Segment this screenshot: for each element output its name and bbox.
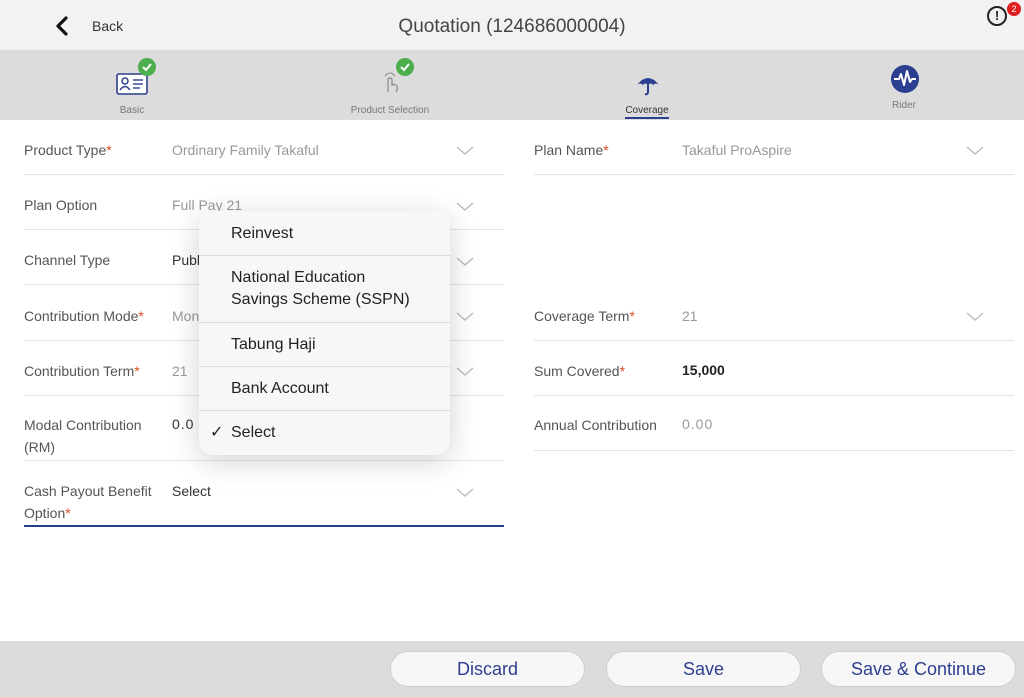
field-coverage-term[interactable]: Coverage Term* 21 [534, 285, 1014, 341]
action-bar: Discard Save Save & Continue [0, 641, 1024, 697]
option-bank-account[interactable]: Bank Account [199, 367, 450, 411]
chevron-down-icon [966, 146, 984, 155]
field-value: 21 [682, 308, 698, 324]
cash-payout-options-popover: Reinvest National Education Savings Sche… [199, 211, 450, 455]
field-sum-covered[interactable]: Sum Covered* 15,000 [534, 341, 1014, 396]
field-value: Ordinary Family Takaful [172, 142, 319, 158]
field-label: Plan Name [534, 142, 604, 158]
alert-button[interactable]: ! 2 [987, 2, 1021, 26]
field-label: Coverage Term [534, 308, 630, 324]
required-marker: * [106, 142, 112, 158]
option-label: National Education [231, 269, 366, 286]
required-marker: * [603, 142, 609, 158]
save-continue-button[interactable]: Save & Continue [821, 651, 1016, 687]
field-value: 0.0 [172, 416, 195, 432]
tap-hand-icon [374, 58, 414, 96]
step-rider[interactable]: Rider [804, 50, 1004, 120]
chevron-down-icon [456, 367, 474, 376]
save-button[interactable]: Save [606, 651, 801, 687]
field-value: Takaful ProAspire [682, 142, 792, 158]
field-value: Mon [172, 308, 200, 324]
option-label: Select [231, 424, 276, 441]
required-marker: * [65, 505, 71, 521]
field-value: Publ [172, 252, 201, 268]
required-marker: * [134, 363, 140, 379]
step-label: Basic [119, 105, 145, 116]
chevron-down-icon [456, 488, 474, 497]
step-label: Rider [892, 100, 916, 111]
option-tabung-haji[interactable]: Tabung Haji [199, 323, 450, 367]
field-label: Cash Payout Benefit [24, 483, 152, 499]
field-plan-name[interactable]: Plan Name* Takaful ProAspire [534, 122, 1014, 175]
field-label: Plan Option [24, 197, 98, 213]
field-label: (RM) [24, 439, 56, 455]
checkmark-icon [396, 58, 414, 76]
field-value: 21 [172, 363, 188, 379]
field-label: Contribution Term [24, 363, 135, 379]
checkmark-icon: ✓ [210, 424, 224, 441]
step-coverage[interactable]: Coverage [547, 50, 747, 120]
field-product-type[interactable]: Product Type* Ordinary Family Takaful [24, 122, 504, 175]
required-marker: * [619, 363, 626, 379]
option-reinvest[interactable]: Reinvest [199, 211, 450, 256]
option-label: Tabung Haji [231, 336, 316, 353]
required-marker: * [629, 308, 635, 324]
discard-button[interactable]: Discard [390, 651, 585, 687]
chevron-down-icon [456, 257, 474, 266]
checkmark-icon [138, 58, 156, 76]
option-sspn[interactable]: National Education Savings Scheme (SSPN) [199, 256, 450, 323]
chevron-down-icon [456, 146, 474, 155]
field-label: Option [24, 505, 66, 521]
step-indicator: Basic Product Selection Coverage Rider [0, 50, 1024, 120]
step-label: Coverage [547, 105, 747, 119]
field-label: Channel Type [24, 252, 111, 268]
umbrella-icon [631, 62, 665, 96]
field-value: 0.00 [682, 416, 714, 432]
notification-badge: 2 [1007, 2, 1021, 16]
chevron-down-icon [456, 312, 474, 321]
exclamation-icon: ! [987, 6, 1007, 26]
id-card-icon [116, 58, 156, 96]
field-label: Modal Contribution [24, 417, 142, 433]
field-value: 15,000 [682, 362, 725, 378]
field-annual-contribution: Annual Contribution 0.00 [534, 396, 1014, 451]
field-label: Product Type [24, 142, 107, 158]
chevron-down-icon [966, 312, 984, 321]
step-label: Product Selection [350, 105, 430, 116]
page-title: Quotation (124686000004) [398, 16, 626, 37]
field-cash-payout-benefit[interactable]: Cash Payout Benefit Option* Select [24, 461, 504, 527]
option-label: Bank Account [231, 380, 329, 397]
option-select[interactable]: ✓ Select [199, 411, 450, 455]
field-value: Select [172, 483, 211, 499]
heartbeat-icon [888, 62, 922, 96]
option-label: Reinvest [231, 225, 294, 242]
chevron-down-icon [456, 202, 474, 211]
field-label: Contribution Mode [24, 308, 139, 324]
option-label: Savings Scheme (SSPN) [231, 291, 410, 308]
step-product-selection[interactable]: Product Selection [290, 50, 490, 120]
required-marker: * [138, 308, 144, 324]
step-basic[interactable]: Basic [32, 50, 232, 120]
field-label: Annual Contribution [534, 417, 657, 433]
field-label: Sum Covered [534, 363, 620, 379]
top-bar: Back Quotation (124686000004) ! 2 [0, 0, 1024, 50]
